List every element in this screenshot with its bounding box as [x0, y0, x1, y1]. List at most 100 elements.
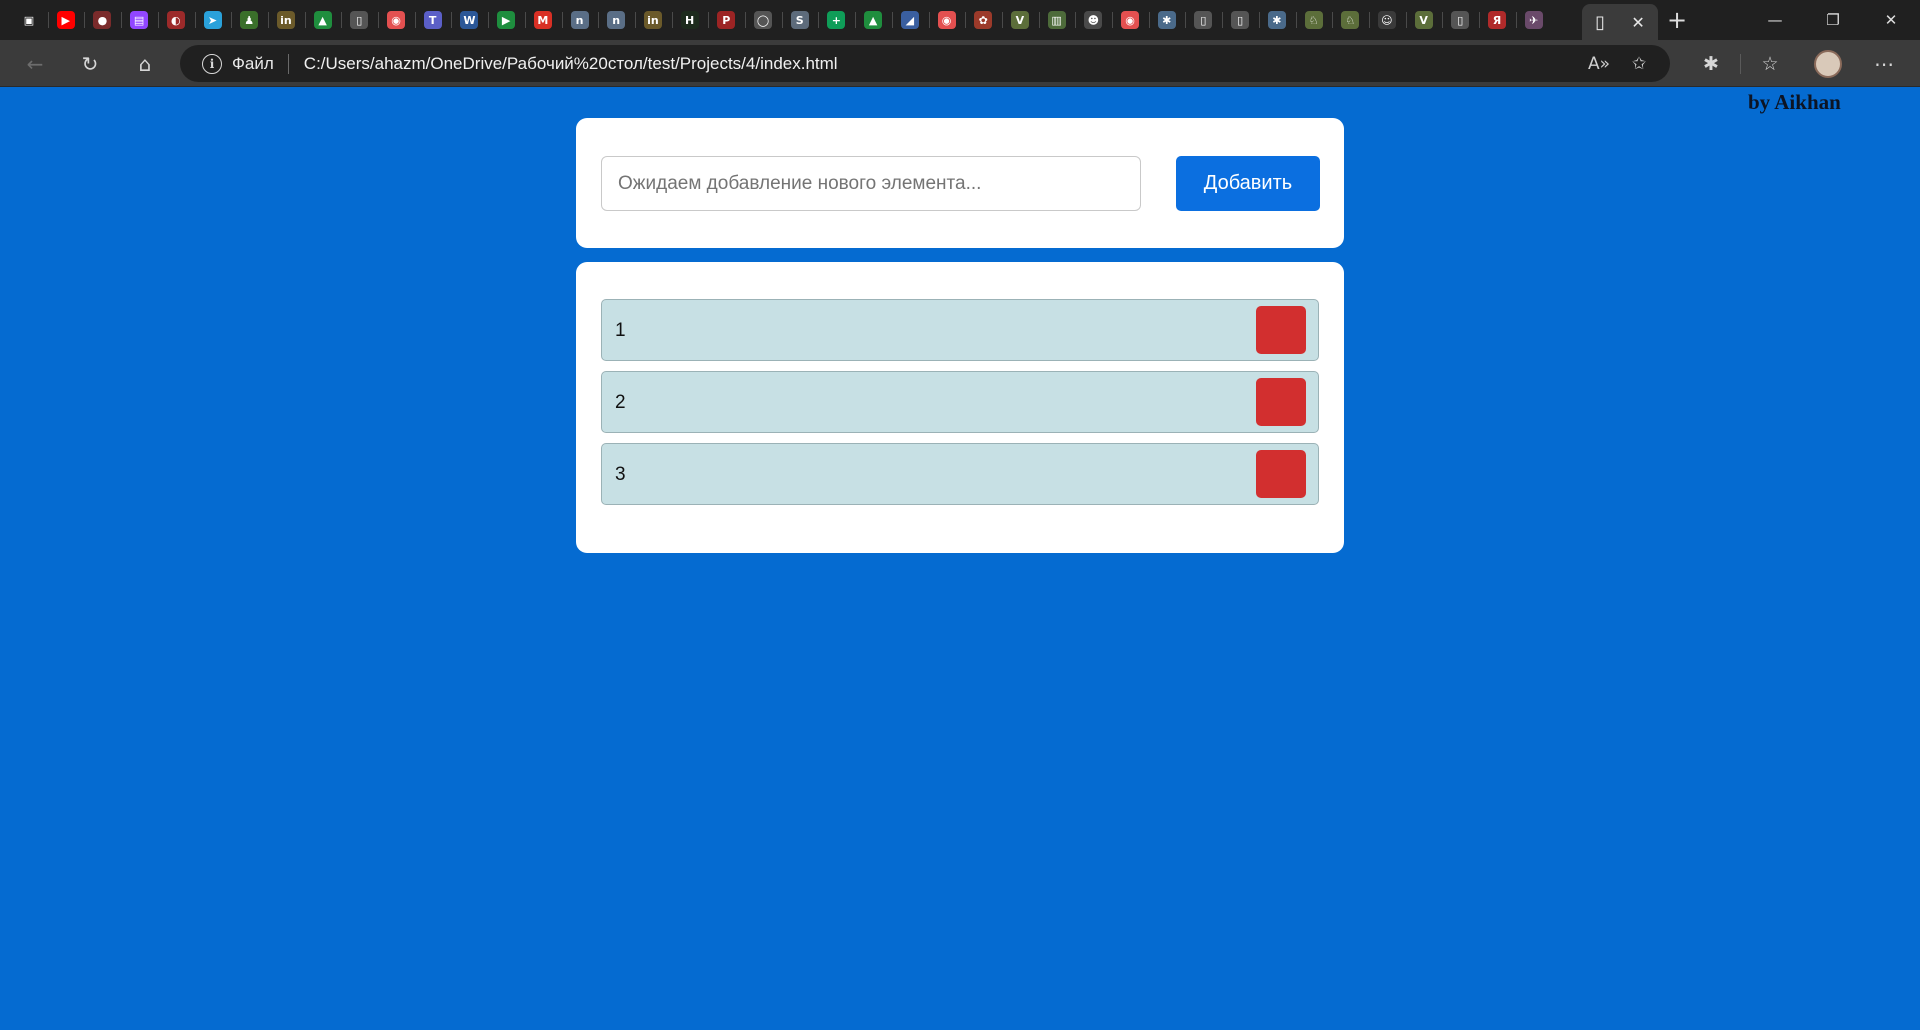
input-card: Добавить [576, 118, 1344, 248]
browser-tab[interactable]: S [783, 6, 817, 34]
tab-separator [121, 12, 123, 28]
profile-button[interactable] [1812, 48, 1844, 80]
tab-separator [1001, 12, 1003, 28]
browser-tab[interactable]: ◉ [1113, 6, 1147, 34]
pdf-icon: P [717, 11, 736, 29]
read-aloud-icon[interactable]: A» [1588, 54, 1610, 74]
browser-tab[interactable]: Я [1480, 6, 1514, 34]
browser-tab[interactable]: P [709, 6, 743, 34]
browser-tab[interactable]: ▯ [1223, 6, 1257, 34]
browser-tab[interactable]: in [636, 6, 670, 34]
tab-separator [1148, 12, 1150, 28]
app-icon: ✱ [1267, 11, 1286, 29]
browser-tab[interactable]: in [269, 6, 303, 34]
browser-tab[interactable]: W [452, 6, 486, 34]
browser-tab[interactable]: n [599, 6, 633, 34]
browser-tab[interactable]: H [673, 6, 707, 34]
browser-tab[interactable]: ▥ [1040, 6, 1074, 34]
restore-button[interactable]: ❐ [1810, 0, 1856, 40]
browser-tab[interactable]: ▯ [1186, 6, 1220, 34]
browser-tab[interactable]: ▯ [1443, 6, 1477, 34]
add-button[interactable]: Добавить [1176, 156, 1320, 211]
tab-separator [1405, 12, 1407, 28]
browser-tab[interactable]: ▣ [12, 6, 46, 34]
browser-tab[interactable]: M [526, 6, 560, 34]
close-window-button[interactable]: ✕ [1868, 0, 1914, 40]
teams-icon: T [423, 11, 442, 29]
reload-button[interactable]: ↻ [74, 48, 106, 80]
minimize-icon: — [1767, 11, 1783, 29]
tab-separator [488, 12, 490, 28]
tab-active[interactable]: ▯ ✕ [1582, 4, 1658, 40]
app-icon: H [680, 11, 699, 29]
word-icon: W [460, 11, 479, 29]
browser-tab[interactable]: ▤ [122, 6, 156, 34]
favorites-button[interactable]: ☆ [1754, 48, 1786, 80]
list-item-text: 2 [615, 392, 626, 413]
browser-tab[interactable]: ● [85, 6, 119, 34]
tab-separator [965, 12, 967, 28]
new-item-input[interactable] [601, 156, 1141, 211]
browser-tab[interactable]: ➤ [196, 6, 230, 34]
add-favorite-icon[interactable]: ✩ [1632, 54, 1646, 74]
browser-tab[interactable]: + [819, 6, 853, 34]
browser-tab[interactable]: ☺ [1370, 6, 1404, 34]
more-menu-button[interactable]: ⋯ [1868, 48, 1900, 80]
browser-tab[interactable]: ▶ [489, 6, 523, 34]
info-icon[interactable]: i [202, 53, 222, 74]
browser-tab[interactable]: ▲ [306, 6, 340, 34]
app-icon: ♘ [1341, 11, 1360, 29]
minimize-button[interactable]: — [1752, 0, 1798, 40]
tab-separator [451, 12, 453, 28]
browser-tab[interactable]: ♘ [1333, 6, 1367, 34]
document-icon: ▯ [1231, 11, 1250, 29]
delete-button[interactable] [1256, 378, 1306, 426]
app-icon: ▥ [1047, 11, 1066, 29]
address-url[interactable]: C:/Users/ahazm/OneDrive/Рабочий%20стол/t… [304, 54, 838, 74]
extensions-button[interactable]: ✱ [1695, 48, 1727, 80]
home-button[interactable]: ⌂ [129, 48, 161, 80]
yandex-icon: Я [1488, 11, 1506, 29]
app-icon: ☺ [1377, 11, 1396, 29]
tab-separator [1332, 12, 1334, 28]
browser-tab[interactable]: ◉ [930, 6, 964, 34]
browser-tab[interactable]: ▶ [49, 6, 83, 34]
list-item: 3 [601, 443, 1319, 505]
app-icon: ◐ [166, 11, 185, 29]
close-icon[interactable]: ✕ [1631, 13, 1644, 32]
browser-tab[interactable]: ✿ [966, 6, 1000, 34]
delete-button[interactable] [1256, 306, 1306, 354]
list-item-text: 1 [615, 320, 626, 341]
back-arrow-icon: ← [26, 52, 44, 76]
drive-icon: ▲ [864, 11, 883, 29]
new-tab-button[interactable]: + [1654, 0, 1700, 40]
browser-tab[interactable]: ▲ [856, 6, 890, 34]
browser-tab[interactable]: V [1407, 6, 1441, 34]
browser-tab[interactable]: ✱ [1260, 6, 1294, 34]
browser-tab[interactable]: ◢ [893, 6, 927, 34]
browser-tab[interactable]: T [416, 6, 450, 34]
browser-tab[interactable]: ◐ [159, 6, 193, 34]
browser-tab[interactable]: V [1003, 6, 1037, 34]
tab-separator [598, 12, 600, 28]
browser-tab[interactable]: ✈ [1517, 6, 1551, 34]
back-button[interactable]: ← [19, 48, 51, 80]
record-icon: ◉ [387, 11, 405, 29]
browser-tab[interactable]: ◉ [379, 6, 413, 34]
browser-tab[interactable]: ♟ [232, 6, 266, 34]
tab-separator [341, 12, 343, 28]
address-bar[interactable]: i Файл C:/Users/ahazm/OneDrive/Рабочий%2… [180, 45, 1670, 82]
browser-tab[interactable]: ♘ [1297, 6, 1331, 34]
delete-button[interactable] [1256, 450, 1306, 498]
toolbar-divider [1740, 54, 1741, 74]
list-card: 1 2 3 [576, 262, 1344, 553]
tab-separator [414, 12, 416, 28]
browser-tab[interactable]: ☻ [1076, 6, 1110, 34]
browser-tab[interactable]: ◯ [746, 6, 780, 34]
tab-separator [708, 12, 710, 28]
browser-tab[interactable]: ✱ [1150, 6, 1184, 34]
address-divider [287, 53, 289, 74]
browser-tab[interactable]: n [563, 6, 597, 34]
record-icon: ◉ [937, 11, 956, 29]
browser-tab[interactable]: ▯ [342, 6, 376, 34]
